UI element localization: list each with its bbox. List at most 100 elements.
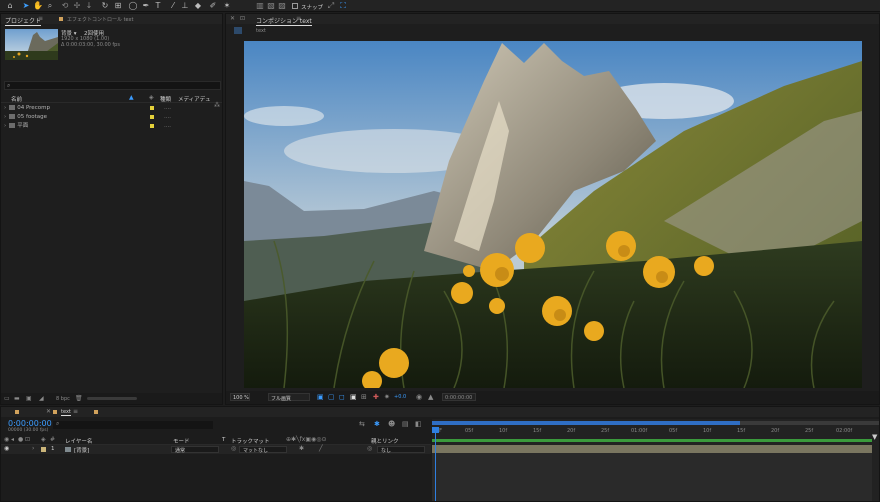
mask-visibility-icon[interactable]: ◻ — [339, 393, 345, 401]
collapse-switch-icon[interactable]: ✱ — [299, 445, 304, 452]
graph-editor-icon[interactable]: ◧ — [415, 420, 422, 428]
column-media[interactable]: メディアデュ — [178, 95, 211, 103]
tab-timeline[interactable]: text — [61, 409, 71, 416]
show-snapshot-icon[interactable]: ▲ — [428, 393, 433, 401]
table-row[interactable]: ◉ › 1 [背景] 通常 ◎ マットなし ✱ ╱ ◎ なし — [1, 445, 431, 454]
pen-icon[interactable]: ✒ — [141, 1, 151, 11]
channel-icon[interactable]: ⊞ — [361, 393, 367, 401]
home-icon[interactable]: ⌂ — [5, 1, 15, 11]
composition-viewer[interactable] — [244, 41, 862, 388]
pan-icon[interactable]: ✢ — [72, 1, 82, 11]
fast-previews-icon[interactable]: ▣ — [317, 393, 324, 401]
column-type[interactable]: 種類 — [160, 95, 171, 103]
layer-search-input[interactable]: ⌕ — [53, 420, 213, 429]
close-tab-icon[interactable]: ✕ — [46, 408, 51, 415]
comp-mini-flowchart-icon[interactable]: ⇆ — [359, 420, 365, 428]
track-matte-select[interactable]: マットなし — [239, 446, 287, 454]
trash-icon[interactable]: 🗑 — [75, 395, 83, 402]
list-item[interactable]: › 05 footage .... — [4, 113, 218, 121]
clone-stamp-icon[interactable]: ⊥ — [180, 1, 190, 11]
orbit-icon[interactable]: ⟲ — [60, 1, 70, 11]
column-track-matte[interactable]: トラックマット — [231, 437, 270, 445]
snap-checkbox[interactable] — [292, 3, 298, 9]
playhead-handle[interactable] — [432, 427, 439, 433]
tab-composition[interactable]: コンポジション text — [256, 16, 312, 26]
snap-magnet-icon[interactable]: ⛶ — [338, 1, 348, 11]
exposure-value[interactable]: +0.0 — [394, 394, 406, 400]
matte-pickwhip-icon[interactable]: ◎ — [231, 445, 236, 452]
column-parent[interactable]: 親とリンク — [371, 437, 399, 445]
thumbnail-zoom-slider[interactable] — [87, 397, 137, 400]
reset-exposure-icon[interactable]: ✷ — [384, 393, 390, 401]
tab-effect-controls[interactable]: エフェクトコントロール text — [67, 16, 133, 23]
label-swatch[interactable] — [150, 115, 154, 119]
local-axis-icon[interactable]: ▥ — [255, 1, 265, 11]
rotate-icon[interactable]: ↻ — [100, 1, 110, 11]
list-item[interactable]: › 平面 .... — [4, 122, 218, 130]
flowchart-node-icon[interactable] — [234, 27, 242, 34]
shy-icon[interactable]: ☻ — [388, 420, 395, 428]
world-axis-icon[interactable]: ▧ — [266, 1, 276, 11]
label-swatch[interactable] — [150, 106, 154, 110]
eraser-icon[interactable]: ◆ — [193, 1, 203, 11]
tab-project[interactable]: プロジェクト — [5, 16, 42, 26]
text-icon[interactable]: T — [153, 1, 163, 11]
layer-name[interactable]: [背景] — [74, 446, 89, 454]
snap-options-icon[interactable]: ⤢ — [326, 1, 336, 11]
blend-mode-select[interactable]: 通常 — [171, 446, 219, 454]
current-time-display[interactable]: 0:00:00:00 — [8, 419, 52, 428]
label-swatch[interactable] — [150, 124, 154, 128]
quality-switch-icon[interactable]: ╱ — [319, 445, 323, 452]
timeline-track-area[interactable]: 0F 05f 10f 15f 20f 25f 01:00f 05f 10f 15… — [432, 419, 879, 501]
breadcrumb[interactable]: text — [256, 28, 266, 34]
ellipse-icon[interactable]: ◯ — [128, 1, 138, 11]
work-area-bar[interactable] — [432, 439, 872, 442]
zoom-marker-icon[interactable]: ▼ — [872, 433, 877, 441]
column-mode[interactable]: モード — [173, 437, 190, 445]
brush-icon[interactable]: ⁄ — [168, 1, 178, 11]
new-composition-icon[interactable]: ▣ — [26, 395, 32, 402]
puppet-icon[interactable]: ✶ — [222, 1, 232, 11]
layer-duration-bar[interactable] — [432, 445, 872, 453]
list-item[interactable]: › 04 Precomp .... — [4, 104, 218, 112]
view-axis-icon[interactable]: ▨ — [277, 1, 287, 11]
time-navigator-range[interactable] — [432, 421, 740, 425]
column-layer-name[interactable]: レイヤー名 — [65, 437, 92, 445]
snapshot-icon[interactable]: ◉ — [416, 393, 422, 401]
panel-menu-icon[interactable]: ≡ — [38, 15, 43, 22]
time-navigator[interactable] — [432, 421, 879, 425]
playhead[interactable] — [435, 429, 436, 501]
dolly-icon[interactable]: ↓ — [84, 1, 94, 11]
draft-3d-icon[interactable]: ✱ — [374, 420, 380, 428]
camera-behind-icon[interactable]: ⊞ — [113, 1, 123, 11]
close-tab-icon[interactable]: ✕ — [230, 15, 235, 22]
region-of-interest-icon[interactable]: ▣ — [350, 393, 357, 401]
expand-arrow-icon[interactable]: › — [32, 445, 34, 452]
resolution-select[interactable]: フル画質 — [268, 393, 310, 402]
parent-pickwhip-icon[interactable]: ◎ — [367, 445, 372, 452]
roto-brush-icon[interactable]: ✐ — [208, 1, 218, 11]
viewer-timecode[interactable]: 0:00:00:00 — [442, 393, 476, 401]
panel-menu-icon[interactable]: ≡ — [73, 408, 78, 415]
visibility-eye-icon[interactable]: ◉ — [4, 445, 9, 452]
panel-menu-icon[interactable]: ≡ — [296, 15, 301, 22]
bpc-button[interactable]: 8 bpc — [56, 396, 70, 402]
parent-select[interactable]: なし — [377, 446, 425, 454]
ruler-label: 25f — [601, 428, 610, 434]
adjust-icon[interactable]: ◢ — [39, 395, 44, 402]
interpret-footage-icon[interactable]: ▭ — [4, 395, 10, 402]
time-ruler[interactable]: 0F 05f 10f 15f 20f 25f 01:00f 05f 10f 15… — [432, 427, 879, 437]
color-channel-icon[interactable]: ✚ — [373, 393, 379, 401]
hand-icon[interactable]: ✋ — [33, 1, 43, 11]
zoom-icon[interactable]: ⌕ — [45, 1, 55, 11]
layer-label-swatch[interactable] — [41, 447, 46, 452]
transparency-grid-icon[interactable]: ▢ — [328, 393, 335, 401]
sort-ascending-icon[interactable]: ▲ — [129, 94, 134, 101]
column-name[interactable]: 名前 — [11, 95, 22, 103]
selection-icon[interactable]: ➤ — [21, 1, 31, 11]
frame-blending-icon[interactable]: ▤ — [402, 420, 409, 428]
new-folder-icon[interactable]: ▬ — [14, 395, 20, 402]
project-search-input[interactable]: ⌕ — [4, 81, 221, 90]
magnification-select[interactable]: 100 % — [230, 393, 250, 401]
lock-icon[interactable]: ⊡ — [240, 15, 245, 22]
